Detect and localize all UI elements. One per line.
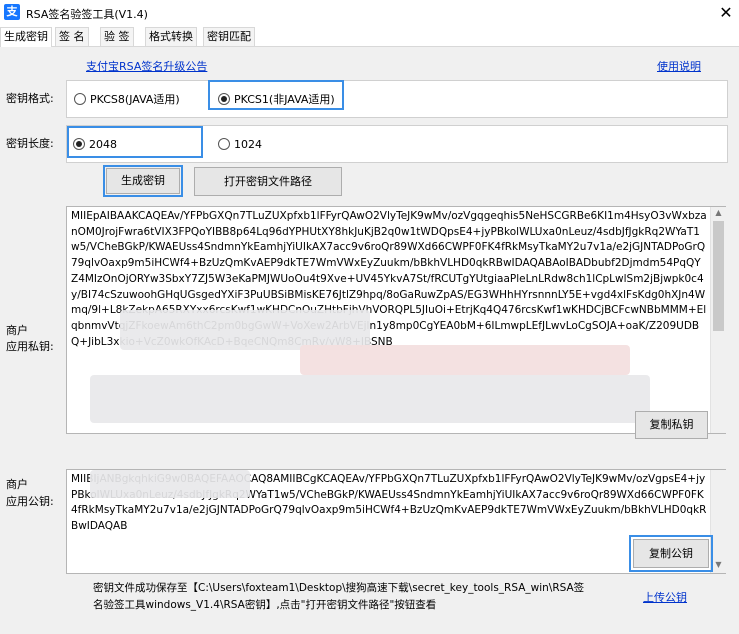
radio-1024[interactable]: 1024 <box>218 138 262 151</box>
radio-2048-label: 2048 <box>89 138 117 151</box>
radio-pkcs1-label: PKCS1(非JAVA适用) <box>234 93 335 106</box>
private-key-scrollbar[interactable]: ▲ <box>710 207 726 433</box>
open-key-path-button[interactable]: 打开密钥文件路径 <box>194 167 342 196</box>
radio-pkcs1[interactable]: PKCS1(非JAVA适用) <box>218 91 335 107</box>
tab-bar: 生成密钥 签 名 验 签 格式转换 密钥匹配 <box>0 26 739 47</box>
copy-public-key-button[interactable]: 复制公钥 <box>633 539 709 568</box>
tab-verify[interactable]: 验 签 <box>100 27 134 46</box>
upgrade-notice-link[interactable]: 支付宝RSA签名升级公告 <box>86 58 207 74</box>
radio-on-icon <box>73 138 85 150</box>
public-key-label-line1: 商户 <box>6 478 28 491</box>
redaction-overlay <box>90 375 650 423</box>
title-bar: 支 RSA签名验签工具(V1.4) ✕ <box>0 0 739 26</box>
private-key-scroll-thumb[interactable] <box>713 221 724 331</box>
generate-keys-button[interactable]: 生成密钥 <box>106 168 180 194</box>
alipay-logo-icon: 支 <box>4 4 20 20</box>
radio-off-icon <box>218 138 230 150</box>
radio-off-icon <box>74 93 86 105</box>
redaction-overlay <box>120 310 370 350</box>
help-link[interactable]: 使用说明 <box>657 58 701 74</box>
status-line-1: 密钥文件成功保存至【C:\Users\foxteam1\Desktop\搜狗高速… <box>93 582 585 594</box>
redaction-overlay <box>300 345 630 375</box>
tab-sign[interactable]: 签 名 <box>55 27 89 46</box>
status-line-2: 名验签工具windows_V1.4\RSA密钥】,点击"打开密钥文件路径"按钮查… <box>93 599 437 611</box>
public-key-label-line2: 应用公钥: <box>6 495 54 508</box>
up-arrow-icon[interactable]: ▲ <box>711 207 726 219</box>
key-format-label: 密钥格式: <box>6 92 54 105</box>
tab-generate-keys[interactable]: 生成密钥 <box>0 27 52 47</box>
radio-on-icon <box>218 93 230 105</box>
radio-pkcs8-label: PKCS8(JAVA适用) <box>90 93 180 106</box>
private-key-label-line1: 商户 <box>6 324 28 337</box>
down-arrow-icon[interactable]: ▼ <box>711 559 726 571</box>
key-length-label: 密钥长度: <box>6 137 54 150</box>
tab-format-convert[interactable]: 格式转换 <box>145 27 197 46</box>
redaction-overlay <box>90 470 250 498</box>
radio-pkcs8[interactable]: PKCS8(JAVA适用) <box>74 91 180 107</box>
window-title: RSA签名验签工具(V1.4) <box>26 8 148 21</box>
radio-1024-label: 1024 <box>234 138 262 151</box>
tab-key-match[interactable]: 密钥匹配 <box>203 27 255 46</box>
radio-2048[interactable]: 2048 <box>73 138 117 151</box>
close-icon[interactable]: ✕ <box>716 3 736 23</box>
upload-public-key-link[interactable]: 上传公钥 <box>643 589 687 605</box>
copy-private-key-button[interactable]: 复制私钥 <box>635 411 708 439</box>
private-key-label-line2: 应用私钥: <box>6 340 54 353</box>
